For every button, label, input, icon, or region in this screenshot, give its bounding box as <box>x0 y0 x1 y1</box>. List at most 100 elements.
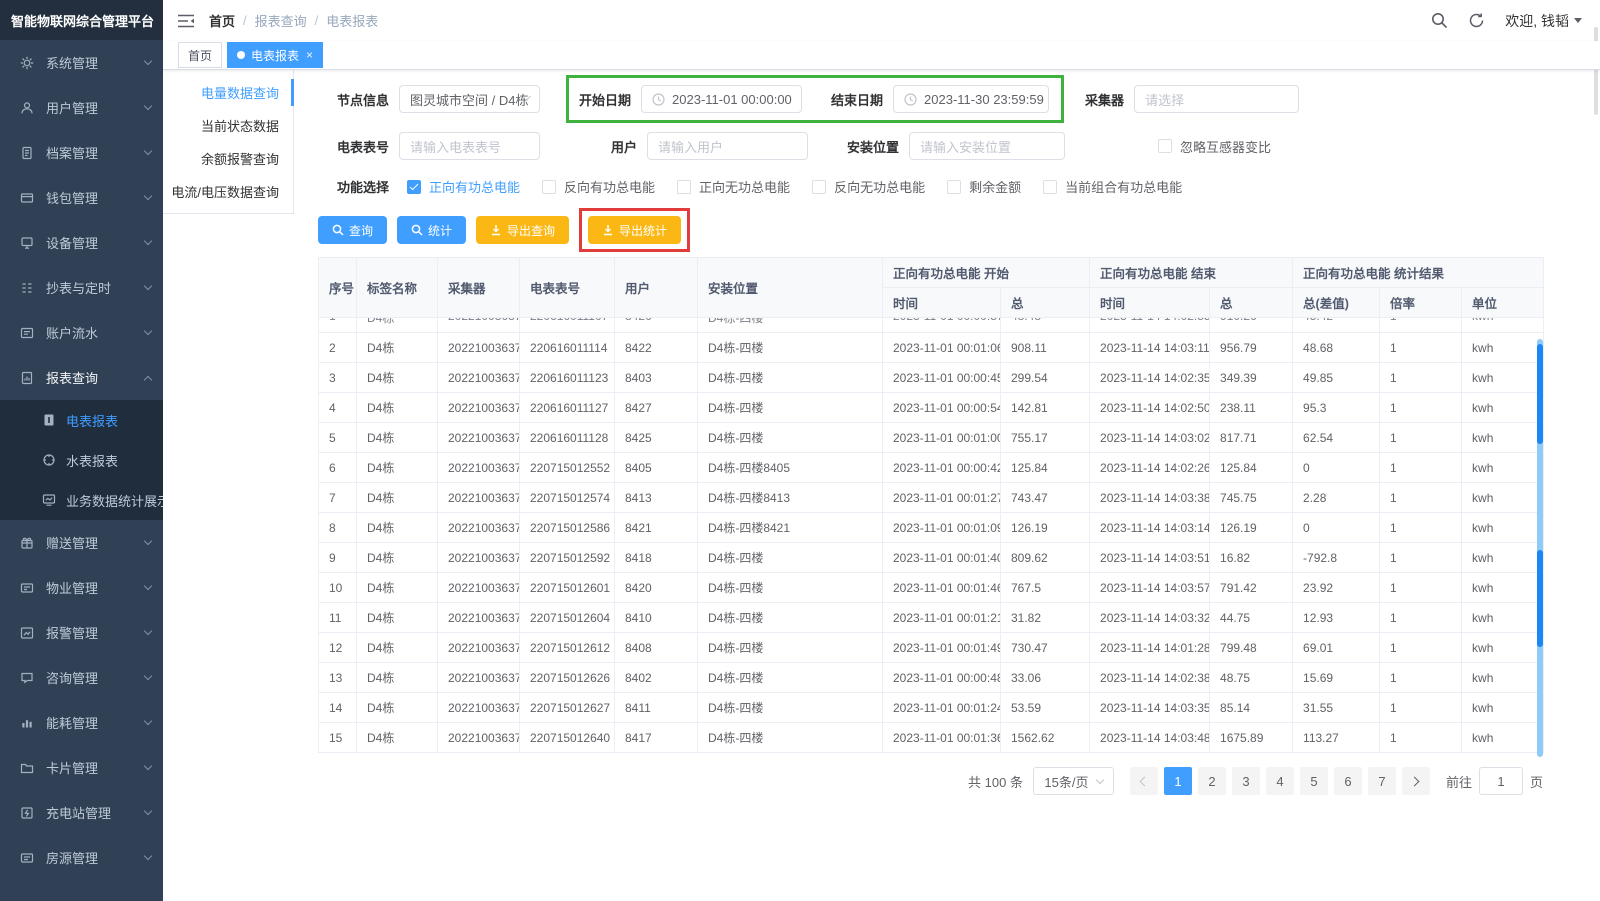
table-scrollbar[interactable] <box>1537 339 1543 757</box>
col-header: 时间 <box>1090 288 1210 318</box>
scrollbar-thumb[interactable] <box>1537 344 1543 444</box>
query-button[interactable]: 查询 <box>318 216 387 244</box>
sidebar-item-报表查询[interactable]: 报表查询 <box>0 355 163 400</box>
table-cell: 53.59 <box>1001 693 1090 723</box>
sidebar-item-账户流水[interactable]: 账户流水 <box>0 310 163 355</box>
table-cell: D4栋-四楼 <box>698 663 883 693</box>
table-cell: 220715012626 <box>520 663 615 693</box>
sidebar: 智能物联网综合管理平台 系统管理用户管理档案管理钱包管理设备管理抄表与定时账户流… <box>0 0 163 901</box>
function-checkbox-剩余金额[interactable]: 剩余金额 <box>947 177 1021 196</box>
subnav-item-当前状态数据[interactable]: 当前状态数据 <box>163 109 293 142</box>
table-row: 8D4栋202210036372207150125868421D4栋-四楼842… <box>319 513 1544 543</box>
sidebar-item-卡片管理[interactable]: 卡片管理 <box>0 745 163 790</box>
breadcrumb-item[interactable]: 电表报表 <box>326 11 378 30</box>
ignore-ct-checkbox[interactable]: 忽略互感器变比 <box>1158 137 1271 156</box>
prev-page-button[interactable] <box>1130 767 1158 795</box>
start-date-input[interactable]: 2023-11-01 00:00:00 <box>641 85 802 113</box>
stats-button[interactable]: 统计 <box>397 216 466 244</box>
close-icon[interactable]: × <box>306 49 313 61</box>
function-checkbox-正向无功总电能[interactable]: 正向无功总电能 <box>677 177 790 196</box>
table-cell: 62.54 <box>1293 423 1380 453</box>
table-cell: kwh <box>1462 318 1544 333</box>
function-checkbox-反向有功总电能[interactable]: 反向有功总电能 <box>542 177 655 196</box>
subnav-item-余额报警查询[interactable]: 余额报警查询 <box>163 142 293 175</box>
sidebar-item-抄表与定时[interactable]: 抄表与定时 <box>0 265 163 310</box>
table-cell: 2023-11-14 14:03:57 <box>1090 573 1210 603</box>
table-cell: 8418 <box>615 543 698 573</box>
page-button-5[interactable]: 5 <box>1300 767 1328 795</box>
function-checkbox-当前组合有功总电能[interactable]: 当前组合有功总电能 <box>1043 177 1182 196</box>
checkbox-label: 正向无功总电能 <box>699 177 790 196</box>
table-cell: 20221003637 <box>438 603 520 633</box>
subnav-item-电量数据查询[interactable]: 电量数据查询 <box>163 76 293 109</box>
sidebar-item-label: 用户管理 <box>46 98 98 117</box>
page-button-1[interactable]: 1 <box>1164 767 1192 795</box>
table-row: 6D4栋202210036372207150125528405D4栋-四楼840… <box>319 453 1544 483</box>
sidebar-item-档案管理[interactable]: 档案管理 <box>0 130 163 175</box>
page-button-7[interactable]: 7 <box>1368 767 1396 795</box>
sidebar-subitem-电表报表[interactable]: 电表报表 <box>0 400 163 440</box>
pagination: 共 100 条 15条/页 1234567 前往 <box>318 767 1543 795</box>
location-input[interactable]: 请输入安装位置 <box>909 132 1065 160</box>
sidebar-subitem-水表报表[interactable]: 水表报表 <box>0 440 163 480</box>
export-stats-button[interactable]: 导出统计 <box>588 216 681 244</box>
sidebar-item-用户管理[interactable]: 用户管理 <box>0 85 163 130</box>
user-menu[interactable]: 欢迎, 钱韬 <box>1505 11 1582 31</box>
end-date-input[interactable]: 2023-11-30 23:59:59 <box>893 85 1049 113</box>
sidebar-item-能耗管理[interactable]: 能耗管理 <box>0 700 163 745</box>
meter-no-input[interactable]: 请输入电表表号 <box>399 132 540 160</box>
table-cell: 8402 <box>615 663 698 693</box>
sidebar-item-钱包管理[interactable]: 钱包管理 <box>0 175 163 220</box>
refresh-icon[interactable] <box>1468 12 1485 29</box>
table-cell: 113.27 <box>1293 723 1380 753</box>
function-checkbox-group: 正向有功总电能 反向有功总电能 正向无功总电能 反向无功总电能 剩余金额 当前组合有功总电… <box>407 177 1182 196</box>
sidebar-item-充电站管理[interactable]: 充电站管理 <box>0 790 163 835</box>
table-cell: 220616011123 <box>520 363 615 393</box>
electric-meter-icon <box>42 413 56 427</box>
sidebar-item-系统管理[interactable]: 系统管理 <box>0 40 163 85</box>
page-button-6[interactable]: 6 <box>1334 767 1362 795</box>
table-cell: kwh <box>1462 603 1544 633</box>
function-checkbox-反向无功总电能[interactable]: 反向无功总电能 <box>812 177 925 196</box>
subnav-item-电流/电压数据查询[interactable]: 电流/电压数据查询 <box>163 175 293 208</box>
table-cell: 11 <box>319 603 357 633</box>
user-input[interactable]: 请输入用户 <box>647 132 808 160</box>
chevron-icon <box>144 627 152 635</box>
page-size-select[interactable]: 15条/页 <box>1033 767 1114 795</box>
next-page-icon <box>1410 776 1420 786</box>
sidebar-item-赠送管理[interactable]: 赠送管理 <box>0 520 163 565</box>
next-page-button[interactable] <box>1402 767 1430 795</box>
table-cell: 2023-11-14 14:02:35 <box>1090 363 1210 393</box>
page-button-2[interactable]: 2 <box>1198 767 1226 795</box>
hamburger-icon[interactable] <box>177 13 195 29</box>
table-cell: 12.93 <box>1293 603 1380 633</box>
scrollbar-thumb[interactable] <box>1537 550 1543 647</box>
sidebar-item-label: 能耗管理 <box>46 713 98 732</box>
page-button-4[interactable]: 4 <box>1266 767 1294 795</box>
collector-select[interactable]: 请选择 <box>1134 85 1299 113</box>
sidebar-item-咨询管理[interactable]: 咨询管理 <box>0 655 163 700</box>
sidebar-item-物业管理[interactable]: 物业管理 <box>0 565 163 610</box>
breadcrumb-item[interactable]: 首页 <box>209 11 235 30</box>
tab-首页[interactable]: 首页 <box>178 42 222 68</box>
tab-电表报表[interactable]: 电表报表× <box>227 42 323 68</box>
search-icon[interactable] <box>1431 12 1448 29</box>
function-checkbox-正向有功总电能[interactable]: 正向有功总电能 <box>407 177 520 196</box>
sidebar-item-设备管理[interactable]: 设备管理 <box>0 220 163 265</box>
chevron-icon <box>144 762 152 770</box>
export-query-button[interactable]: 导出查询 <box>476 216 569 244</box>
breadcrumb-item[interactable]: 报表查询 <box>255 11 307 30</box>
checkbox-icon <box>1043 180 1057 194</box>
table-cell: 220715012612 <box>520 633 615 663</box>
table-cell: 1 <box>1380 393 1462 423</box>
node-select[interactable]: 图灵城市空间 / D4栋 <box>399 85 540 113</box>
sidebar-item-房源管理[interactable]: 房源管理 <box>0 835 163 880</box>
checkbox-label: 反向无功总电能 <box>834 177 925 196</box>
table-cell: D4栋-四楼8413 <box>698 483 883 513</box>
col-header: 总 <box>1001 288 1090 318</box>
table-cell: 2023-11-01 00:00:57 <box>883 318 1001 333</box>
sidebar-subitem-业务数据统计展示[interactable]: 业务数据统计展示 <box>0 480 163 520</box>
goto-page-input[interactable] <box>1479 767 1523 795</box>
page-button-3[interactable]: 3 <box>1232 767 1260 795</box>
sidebar-item-报警管理[interactable]: 报警管理 <box>0 610 163 655</box>
